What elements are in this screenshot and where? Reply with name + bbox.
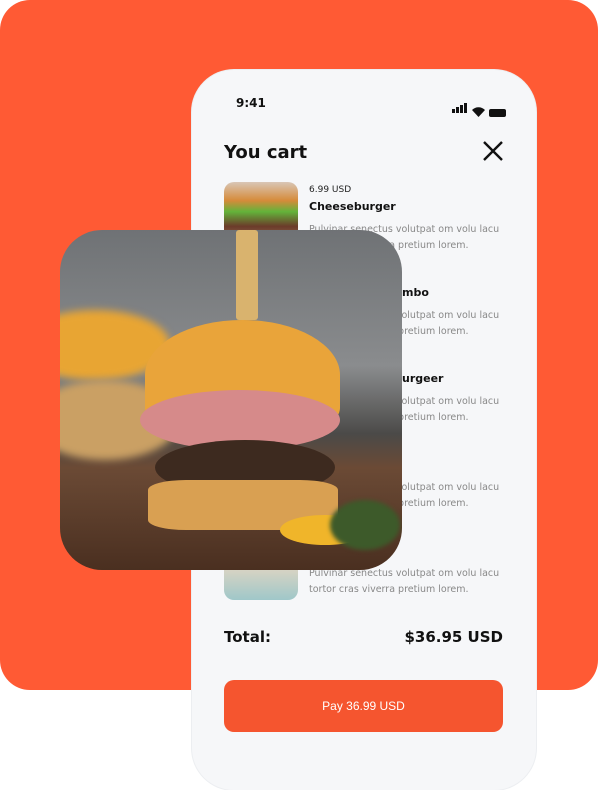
close-icon[interactable] (482, 140, 504, 162)
item-description: Pulvinar senectus volutpat om volu lacu … (309, 568, 500, 595)
pay-button[interactable]: Pay 36.99 USD (224, 680, 503, 732)
item-name: Cheeseburger (309, 200, 396, 213)
item-name: mbo (402, 286, 429, 299)
item-name: urgeer (402, 372, 444, 385)
status-icons (452, 98, 506, 117)
total-label: Total: (224, 628, 271, 646)
signal-icon (452, 98, 468, 117)
total-value: $36.95 USD (404, 628, 503, 646)
status-time: 9:41 (236, 96, 266, 110)
wifi-icon (472, 107, 485, 117)
page-title: You cart (224, 142, 308, 163)
battery-icon (489, 109, 506, 117)
item-price: 6.99 USD (309, 185, 352, 195)
burger-photo (60, 230, 402, 570)
